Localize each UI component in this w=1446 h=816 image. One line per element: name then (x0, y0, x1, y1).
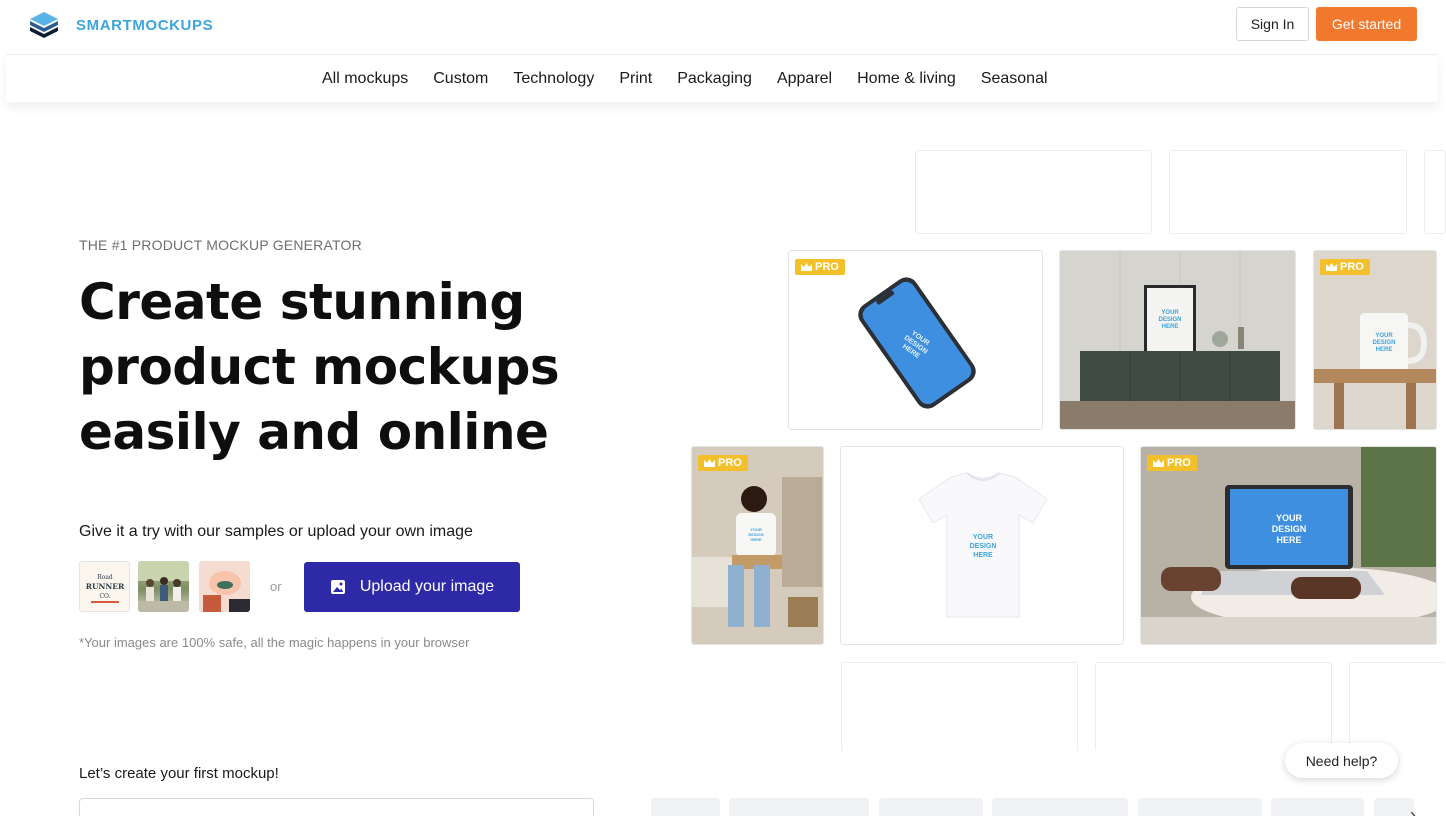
svg-text:YOUR: YOUR (1276, 513, 1303, 523)
svg-text:RUNNER: RUNNER (85, 582, 124, 591)
nav-item-packaging[interactable]: Packaging (677, 70, 752, 88)
nav-item-seasonal[interactable]: Seasonal (981, 70, 1048, 88)
crown-icon (1153, 459, 1164, 467)
category-chip[interactable] (1271, 798, 1364, 816)
mockup-card-placeholder[interactable] (1424, 150, 1446, 234)
laptop-mockup-image: YOUR DESIGN HERE (1141, 447, 1436, 644)
mockup-card-phone[interactable]: PRO YOUR DESIGN HERE (788, 250, 1043, 430)
svg-text:Road: Road (97, 574, 113, 581)
first-mockup-heading: Let’s create your first mockup! (79, 765, 279, 782)
smartmockups-logo-icon (30, 12, 58, 38)
mockup-card-placeholder[interactable] (1095, 662, 1332, 752)
pro-label: PRO (1167, 457, 1191, 469)
sample-image-illustration[interactable] (199, 561, 250, 612)
pro-label: PRO (718, 457, 742, 469)
svg-text:DESIGN: DESIGN (970, 543, 997, 550)
upload-button-label: Upload your image (359, 578, 495, 595)
category-chip[interactable] (1374, 798, 1414, 816)
crown-icon (704, 459, 715, 467)
need-help-button[interactable]: Need help? (1285, 743, 1398, 778)
nav-item-home-living[interactable]: Home & living (857, 70, 956, 88)
poster-mockup-image: YOUR DESIGN HERE (1060, 251, 1295, 429)
logo[interactable]: SMARTMOCKUPS (28, 12, 213, 38)
hero-title: Create stunning product mockups easily a… (79, 273, 560, 461)
mockup-card-placeholder[interactable] (1169, 150, 1407, 234)
pro-badge: PRO (1147, 455, 1197, 471)
mockup-card-poster[interactable]: YOUR DESIGN HERE (1059, 250, 1296, 430)
svg-text:HERE: HERE (750, 537, 761, 542)
category-chip[interactable] (651, 798, 720, 816)
pro-label: PRO (1340, 261, 1364, 273)
svg-text:DESIGN: DESIGN (1272, 524, 1307, 534)
svg-text:HERE: HERE (973, 552, 993, 559)
svg-text:HERE: HERE (1376, 347, 1393, 353)
category-chip[interactable] (729, 798, 869, 816)
crown-icon (1326, 263, 1337, 271)
or-separator: or (270, 579, 282, 594)
phone-mockup-image: YOUR DESIGN HERE (858, 277, 976, 409)
man-tshirt-mockup-image: YOUR DESIGN HERE (692, 447, 823, 644)
try-samples-text: Give it a try with our samples or upload… (79, 523, 473, 540)
nav-item-print[interactable]: Print (619, 70, 652, 88)
mockup-card-placeholder[interactable] (841, 662, 1078, 752)
mockup-card-placeholder[interactable] (915, 150, 1152, 234)
svg-text:HERE: HERE (1276, 535, 1301, 545)
svg-text:YOUR: YOUR (973, 534, 993, 541)
mug-mockup-image: YOUR DESIGN HERE (1314, 251, 1436, 429)
nav-item-all-mockups[interactable]: All mockups (322, 70, 408, 88)
svg-text:CO.: CO. (99, 593, 110, 600)
svg-text:DESIGN: DESIGN (1372, 340, 1395, 346)
svg-text:YOUR: YOUR (1161, 310, 1179, 316)
sign-in-button[interactable]: Sign In (1236, 7, 1309, 41)
mockup-card-laptop[interactable]: YOUR DESIGN HERE PRO (1140, 446, 1437, 645)
mockup-card-mug[interactable]: YOUR DESIGN HERE PRO (1313, 250, 1437, 430)
get-started-button[interactable]: Get started (1316, 7, 1417, 41)
svg-text:DESIGN: DESIGN (1158, 317, 1181, 323)
people-photo (138, 561, 189, 612)
svg-text:YOUR: YOUR (1375, 333, 1393, 339)
category-chip[interactable] (1138, 798, 1262, 816)
category-nav: All mockups Custom Technology Print Pack… (6, 54, 1438, 102)
pro-badge: PRO (1320, 259, 1370, 275)
nav-item-apparel[interactable]: Apparel (777, 70, 832, 88)
mockup-card-placeholder[interactable] (1349, 662, 1446, 752)
svg-text:HERE: HERE (1162, 324, 1179, 330)
hero-eyebrow: THE #1 PRODUCT MOCKUP GENERATOR (79, 237, 362, 253)
nav-item-technology[interactable]: Technology (513, 70, 594, 88)
sample-image-people[interactable] (138, 561, 189, 612)
brand-name: SMARTMOCKUPS (76, 16, 214, 34)
mockup-card-tshirt[interactable]: YOUR DESIGN HERE (840, 446, 1124, 645)
upload-image-button[interactable]: Upload your image (304, 562, 520, 612)
road-runner-logo: Road RUNNER CO. (85, 574, 124, 603)
category-chip[interactable] (992, 798, 1128, 816)
mockup-search-input[interactable] (79, 798, 594, 816)
nav-item-custom[interactable]: Custom (433, 70, 488, 88)
category-chip[interactable] (879, 798, 983, 816)
chevron-right-icon[interactable]: › (1410, 805, 1416, 816)
illustration-photo (199, 561, 250, 612)
image-upload-icon (330, 580, 345, 594)
pro-badge: PRO (698, 455, 748, 471)
top-header: SMARTMOCKUPS Sign In Get started (0, 0, 1446, 54)
sample-image-road-runner[interactable]: Road RUNNER CO. (79, 561, 130, 612)
tshirt-mockup-image: YOUR DESIGN HERE (918, 472, 1048, 618)
mockup-card-man-tshirt[interactable]: YOUR DESIGN HERE PRO (691, 446, 824, 645)
privacy-note: *Your images are 100% safe, all the magi… (79, 635, 470, 650)
